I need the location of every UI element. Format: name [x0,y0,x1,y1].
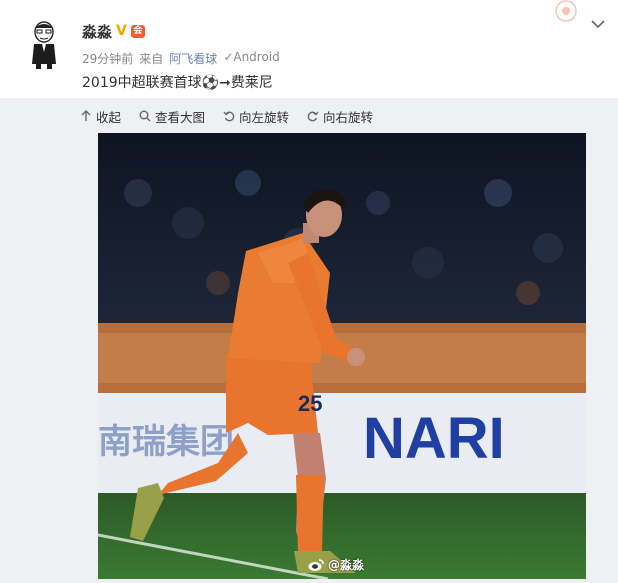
rotate-left-icon [223,111,235,122]
source-client: ✓Android [223,50,280,64]
post-meta: 29分钟前 来自 阿飞看球 ✓Android [82,50,280,67]
avatar[interactable] [22,20,66,70]
source-app-link[interactable]: 阿飞看球 [169,50,217,67]
rotate-right-button[interactable]: 向右旋转 [307,107,373,126]
banner-text: NARI [363,406,505,471]
collapse-button[interactable]: 收起 [80,107,121,126]
source-prefix: 来自 [139,52,164,66]
chevron-down-icon[interactable] [590,18,606,30]
weibo-watermark-icon [555,0,577,22]
shirt-number: 25 [298,391,322,416]
timestamp[interactable]: 29分钟前 [82,50,133,67]
member-icon: 会 [130,24,145,38]
post-photo[interactable]: 南瑞集团 NARI 25 @淼淼 [98,133,586,579]
author-name[interactable]: 淼淼 [82,21,112,42]
magnifier-icon [139,110,151,122]
banner-left-text: 南瑞集团 [98,423,234,461]
view-large-label: 查看大图 [155,109,206,125]
photo-toolbar: 收起 查看大图 向左旋转 向右旋转 [80,106,373,126]
view-large-button[interactable]: 查看大图 [139,107,205,126]
arrow-up-icon [81,110,91,121]
rotate-right-icon [307,111,319,122]
collapse-label: 收起 [96,109,122,125]
rotate-left-label: 向左旋转 [239,109,290,125]
author-line: 淼淼 V 会 [82,20,145,42]
photo-credit: @淼淼 [308,556,364,573]
photo-credit-text: @淼淼 [328,558,365,572]
post-card: 淼淼 V 会 29分钟前 来自 阿飞看球 ✓Android 2019中超联赛首球… [0,0,618,98]
verified-badge-icon: V [116,23,127,39]
post-text: 2019中超联赛首球⚽➞费莱尼 [82,75,273,91]
rotate-left-button[interactable]: 向左旋转 [223,107,289,126]
weibo-logo-icon [308,558,324,571]
rotate-right-label: 向右旋转 [323,109,374,125]
